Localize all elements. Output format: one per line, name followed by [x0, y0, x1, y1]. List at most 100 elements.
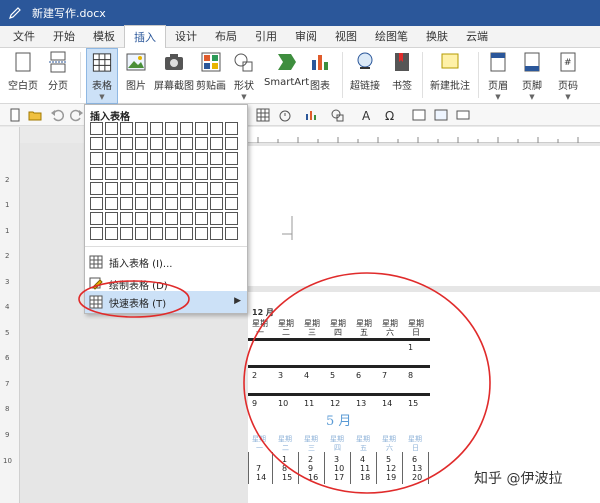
hyperlink-button[interactable]: 超链接 [350, 50, 380, 92]
undo-icon[interactable] [50, 108, 64, 122]
new-document-icon[interactable] [8, 108, 22, 122]
table-grid-cell[interactable] [150, 227, 163, 240]
table-grid-cell[interactable] [150, 122, 163, 135]
table-grid-cell[interactable] [120, 212, 133, 225]
tab-7[interactable]: 审阅 [286, 25, 326, 47]
table-grid-cell[interactable] [210, 152, 223, 165]
table-grid-cell[interactable] [225, 167, 238, 180]
table-grid-cell[interactable] [180, 197, 193, 210]
table-grid-cell[interactable] [105, 197, 118, 210]
clipart-button[interactable]: 剪贴画 [196, 50, 226, 92]
table-grid-cell[interactable] [105, 167, 118, 180]
table-grid-cell[interactable] [105, 122, 118, 135]
table-grid-cell[interactable] [210, 197, 223, 210]
table-grid-cell[interactable] [195, 197, 208, 210]
table-grid-cell[interactable] [105, 182, 118, 195]
table-grid-cell[interactable] [90, 167, 103, 180]
table-grid-cell[interactable] [210, 137, 223, 150]
tab-3[interactable]: 插入 [124, 25, 166, 48]
table-grid-cell[interactable] [225, 137, 238, 150]
timer-icon[interactable] [278, 108, 292, 122]
table-grid-cell[interactable] [135, 152, 148, 165]
table-grid-cell[interactable] [180, 137, 193, 150]
screenshot-button[interactable]: 屏幕截图 [154, 50, 194, 92]
tab-6[interactable]: 引用 [246, 25, 286, 47]
tab-5[interactable]: 布局 [206, 25, 246, 47]
table-grid-cell[interactable] [150, 197, 163, 210]
tab-9[interactable]: 绘图笔 [366, 25, 417, 47]
text-box-icon[interactable] [412, 108, 426, 122]
table-grid-cell[interactable] [180, 152, 193, 165]
table-grid-cell[interactable] [105, 152, 118, 165]
tab-8[interactable]: 视图 [326, 25, 366, 47]
table-grid-cell[interactable] [165, 197, 178, 210]
table-grid-cell[interactable] [180, 122, 193, 135]
tab-11[interactable]: 云端 [457, 25, 497, 47]
table-grid-cell[interactable] [165, 182, 178, 195]
page-1[interactable] [248, 146, 600, 286]
table-grid-cell[interactable] [120, 227, 133, 240]
table-grid-cell[interactable] [120, 197, 133, 210]
table-grid-cell[interactable] [105, 137, 118, 150]
table-grid-cell[interactable] [135, 137, 148, 150]
table-grid-cell[interactable] [210, 212, 223, 225]
table-grid-cell[interactable] [225, 152, 238, 165]
tab-10[interactable]: 换肤 [417, 25, 457, 47]
picture-button[interactable]: 图片 [124, 50, 148, 92]
table-grid-cell[interactable] [150, 152, 163, 165]
table-grid-cell[interactable] [120, 152, 133, 165]
table-grid-cell[interactable] [135, 212, 148, 225]
tab-0[interactable]: 文件 [4, 25, 44, 47]
table-grid-cell[interactable] [195, 167, 208, 180]
chart-small-icon[interactable] [304, 108, 318, 122]
table-grid-cell[interactable] [210, 167, 223, 180]
tab-2[interactable]: 模板 [84, 25, 124, 47]
table-grid-cell[interactable] [120, 182, 133, 195]
table-grid-cell[interactable] [135, 122, 148, 135]
redo-icon[interactable] [70, 108, 84, 122]
table-grid-cell[interactable] [135, 167, 148, 180]
insert-table-menu-item[interactable]: 插入表格 (I)... [85, 251, 247, 273]
page-break-button[interactable]: 分页 [46, 50, 70, 92]
quick-table-menu-item[interactable]: 快速表格 (T) ▶ [85, 291, 247, 313]
table-grid-cell[interactable] [165, 227, 178, 240]
table-grid-cell[interactable] [90, 197, 103, 210]
table-grid-cell[interactable] [195, 137, 208, 150]
table-grid-cell[interactable] [135, 227, 148, 240]
table-grid-cell[interactable] [225, 197, 238, 210]
open-folder-icon[interactable] [28, 108, 42, 122]
table-grid-cell[interactable] [195, 152, 208, 165]
table-grid-cell[interactable] [225, 182, 238, 195]
table-grid-cell[interactable] [150, 137, 163, 150]
table-grid-cell[interactable] [165, 212, 178, 225]
table-grid-cell[interactable] [165, 122, 178, 135]
table-grid-cell[interactable] [90, 227, 103, 240]
table-grid-cell[interactable] [195, 182, 208, 195]
table-grid-cell[interactable] [150, 182, 163, 195]
table-grid-cell[interactable] [210, 227, 223, 240]
table-grid-cell[interactable] [225, 227, 238, 240]
table-grid-cell[interactable] [225, 122, 238, 135]
table-grid-cell[interactable] [120, 122, 133, 135]
table-grid-cell[interactable] [90, 182, 103, 195]
table-grid-cell[interactable] [90, 152, 103, 165]
table-grid-cell[interactable] [165, 152, 178, 165]
table-grid-cell[interactable] [120, 137, 133, 150]
table-grid-cell[interactable] [180, 182, 193, 195]
table-grid-cell[interactable] [105, 227, 118, 240]
table-grid-cell[interactable] [165, 137, 178, 150]
tab-1[interactable]: 开始 [44, 25, 84, 47]
shapes-small-icon[interactable] [330, 108, 344, 122]
table-grid-cell[interactable] [90, 137, 103, 150]
table-small-icon[interactable] [256, 108, 270, 122]
table-grid-cell[interactable] [90, 212, 103, 225]
tab-4[interactable]: 设计 [166, 25, 206, 47]
text-a-icon[interactable]: A [360, 108, 374, 122]
footer-button[interactable]: 页脚 ▼ [520, 50, 544, 101]
table-grid-cell[interactable] [210, 182, 223, 195]
table-size-grid[interactable] [90, 122, 238, 240]
table-grid-cell[interactable] [225, 212, 238, 225]
table-grid-cell[interactable] [180, 212, 193, 225]
smartart-button[interactable]: SmartArt [264, 50, 309, 88]
omega-icon[interactable]: Ω [384, 108, 398, 122]
